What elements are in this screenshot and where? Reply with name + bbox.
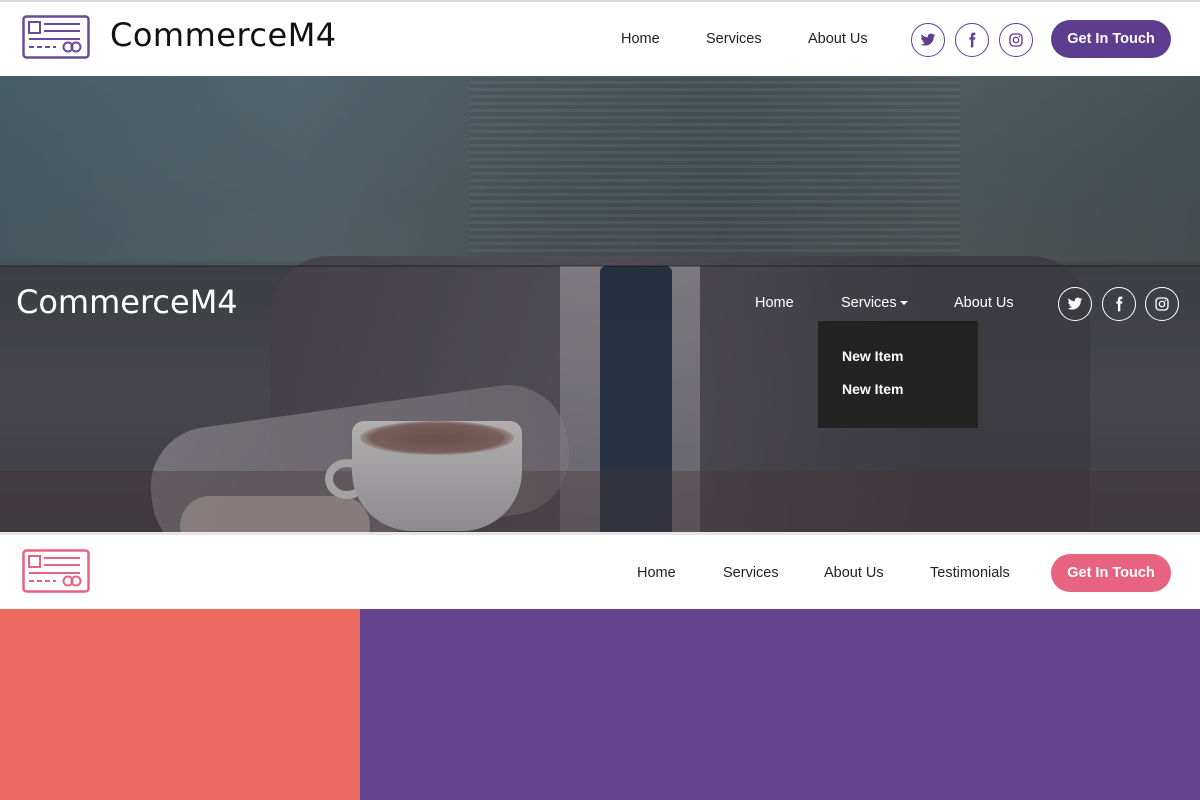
nav-about-us[interactable]: About Us (824, 565, 884, 581)
bottom-header: Home Services About Us Testimonials Get … (0, 532, 1200, 609)
twitter-icon[interactable] (911, 23, 945, 57)
caret-down-icon (899, 301, 908, 306)
nav-home[interactable]: Home (621, 31, 660, 47)
get-in-touch-button[interactable]: Get In Touch (1051, 20, 1171, 58)
dropdown-item[interactable]: New Item (842, 381, 903, 397)
instagram-icon[interactable] (999, 23, 1033, 57)
instagram-icon[interactable] (1145, 287, 1179, 321)
facebook-icon[interactable] (955, 23, 989, 57)
services-dropdown-menu: New Item New Item (818, 321, 978, 428)
hero-divider (0, 265, 1200, 267)
top-header: CommerceM4 Home Services About Us Get In… (0, 0, 1200, 76)
overlay-brand-name[interactable]: CommerceM4 (16, 283, 238, 321)
brand-name[interactable]: CommerceM4 (110, 16, 337, 54)
nav-services[interactable]: Services (706, 31, 762, 47)
card-logo-icon[interactable] (22, 15, 90, 59)
twitter-icon[interactable] (1058, 287, 1092, 321)
coral-block (0, 609, 360, 800)
dropdown-item[interactable]: New Item (842, 348, 903, 364)
nav-home[interactable]: Home (637, 565, 676, 581)
nav-about-us[interactable]: About Us (808, 31, 868, 47)
purple-block (360, 609, 1200, 800)
nav-testimonials[interactable]: Testimonials (930, 565, 1010, 581)
overlay-nav-services-label: Services (841, 295, 897, 311)
card-logo-icon[interactable] (22, 549, 90, 593)
facebook-icon[interactable] (1102, 287, 1136, 321)
nav-services[interactable]: Services (723, 565, 779, 581)
get-in-touch-button[interactable]: Get In Touch (1051, 554, 1171, 592)
overlay-nav-services[interactable]: Services (841, 295, 908, 311)
overlay-nav-about-us[interactable]: About Us (954, 295, 1014, 311)
overlay-nav-home[interactable]: Home (755, 295, 794, 311)
